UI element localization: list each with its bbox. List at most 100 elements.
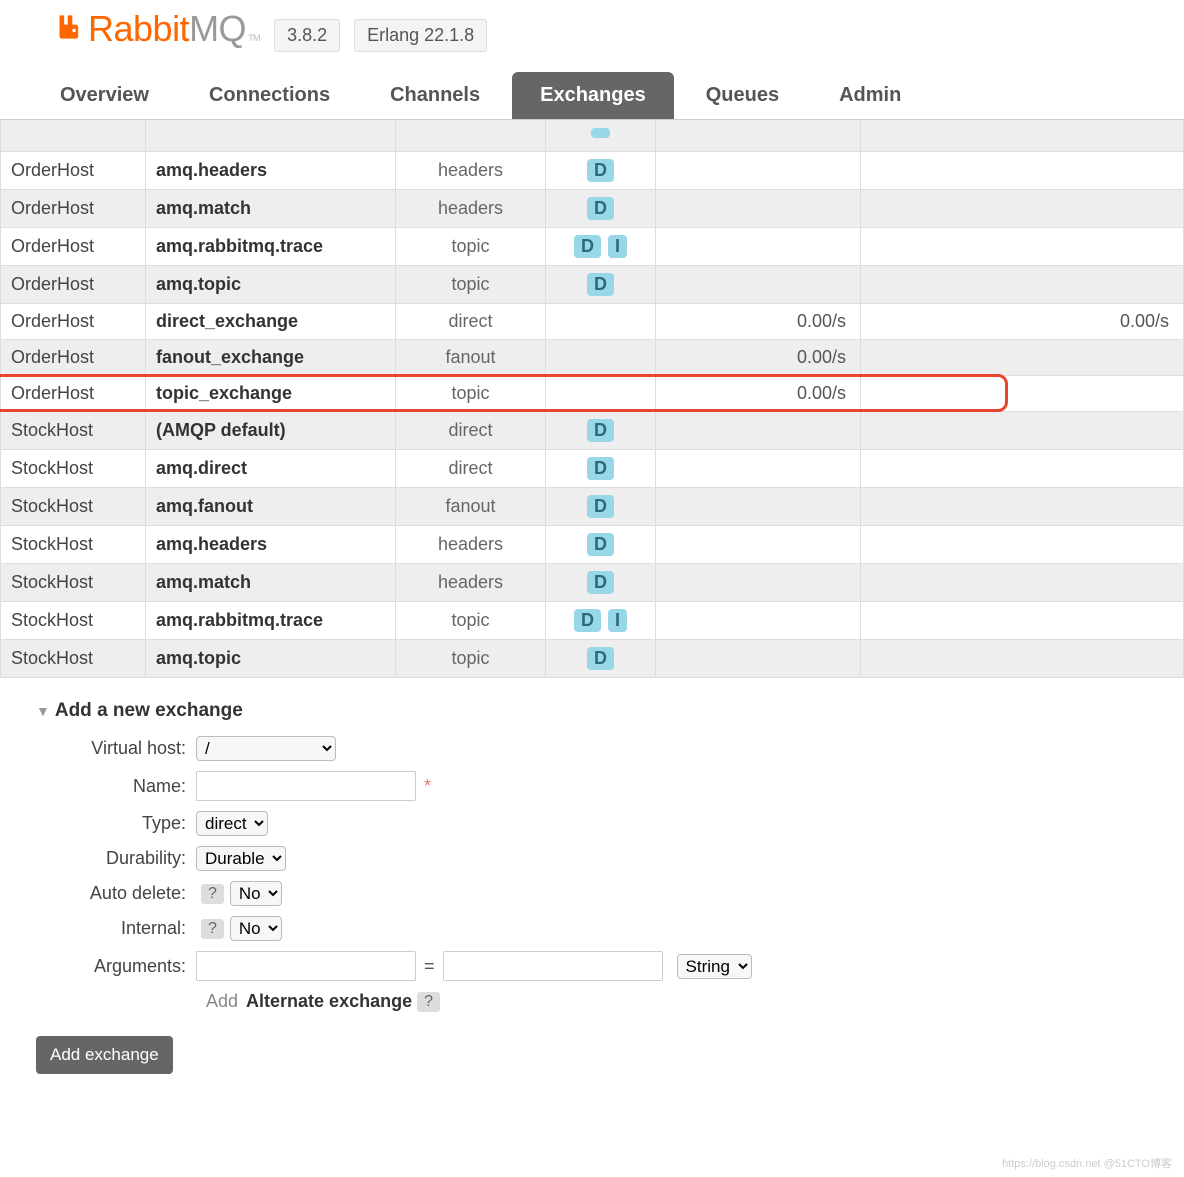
add-hint: Add [206,991,238,1012]
table-row: StockHost(AMQP default)directD [1,412,1184,450]
vhost-cell: StockHost [1,526,146,564]
exchange-name-link[interactable]: amq.fanout [146,488,396,526]
exchange-name-link[interactable]: amq.headers [146,152,396,190]
erlang-badge: Erlang 22.1.8 [354,19,487,52]
type-cell: fanout [396,340,546,376]
rate-out-cell [861,376,1184,412]
arg-value-input[interactable] [443,951,663,981]
features-cell: D [546,412,656,450]
vhost-cell: StockHost [1,602,146,640]
exchange-name-link[interactable]: amq.headers [146,526,396,564]
rate-in-cell [656,488,861,526]
rate-in-cell [656,412,861,450]
exchange-name-link[interactable]: amq.topic [146,640,396,678]
product-suffix: MQ [189,8,246,50]
rate-out-cell [861,412,1184,450]
feature-badge: I [608,235,627,258]
tab-connections[interactable]: Connections [181,72,358,119]
internal-label: Internal: [36,918,196,939]
feature-badge: I [608,609,627,632]
exchange-name-link[interactable]: amq.direct [146,450,396,488]
table-row: StockHostamq.rabbitmq.tracetopicD I [1,602,1184,640]
features-cell: D [546,266,656,304]
help-icon[interactable]: ? [201,884,224,904]
add-exchange-heading[interactable]: ▼ Add a new exchange [36,700,1184,722]
exchange-name-link[interactable]: (AMQP default) [146,412,396,450]
type-cell: direct [396,450,546,488]
table-row: StockHostamq.headersheaders D [1,526,1184,564]
tab-overview[interactable]: Overview [32,72,177,119]
durability-select[interactable]: Durable [196,846,286,871]
exchanges-table-wrapper: OrderHostamq.headersheadersDOrderHostamq… [0,120,1184,678]
type-label: Type: [36,813,196,834]
type-cell: headers [396,564,546,602]
exchange-name-link[interactable]: direct_exchange [146,304,396,340]
exchange-name-link[interactable]: amq.match [146,190,396,228]
vhost-cell: StockHost [1,412,146,450]
exchange-name-link[interactable]: amq.match [146,564,396,602]
logo: RabbitMQTM [56,8,260,50]
table-row: OrderHostdirect_exchangedirect0.00/s0.00… [1,304,1184,340]
rate-out-cell [861,488,1184,526]
autodelete-select[interactable]: No [230,881,282,906]
features-cell: D [546,152,656,190]
vhost-select[interactable]: / [196,736,336,761]
rate-in-cell [656,640,861,678]
exchange-name-link[interactable]: amq.rabbitmq.trace [146,602,396,640]
vhost-cell: OrderHost [1,340,146,376]
exchange-name-link[interactable]: amq.rabbitmq.trace [146,228,396,266]
header: RabbitMQTM 3.8.2 Erlang 22.1.8 [0,0,1184,52]
rate-out-cell [861,152,1184,190]
tab-channels[interactable]: Channels [362,72,508,119]
arg-type-select[interactable]: String [677,954,752,979]
feature-badge: D [587,197,614,220]
type-select[interactable]: direct [196,811,268,836]
exchange-name-link[interactable]: fanout_exchange [146,340,396,376]
tab-queues[interactable]: Queues [678,72,807,119]
add-exchange-title: Add a new exchange [55,700,243,722]
feature-badge: D [587,533,614,556]
exchange-name-link[interactable]: topic_exchange [146,376,396,412]
type-cell: direct [396,412,546,450]
required-mark: * [424,776,431,797]
help-icon[interactable]: ? [201,919,224,939]
help-icon[interactable]: ? [417,992,440,1012]
features-cell: D [546,488,656,526]
watermark: https://blog.csdn.net @51CTO博客 [1002,1155,1172,1171]
type-cell: topic [396,376,546,412]
vhost-label: Virtual host: [36,738,196,759]
table-row: OrderHosttopic_exchangetopic0.00/s [1,376,1184,412]
tab-admin[interactable]: Admin [811,72,929,119]
rate-in-cell [656,266,861,304]
rate-in-cell [656,526,861,564]
table-row: StockHostamq.topictopicD [1,640,1184,678]
type-cell: topic [396,640,546,678]
tab-exchanges[interactable]: Exchanges [512,72,674,119]
add-exchange-form: Virtual host: / Name: * Type: direct Dur… [36,736,1184,1012]
main-tabs: OverviewConnectionsChannelsExchangesQueu… [0,72,1184,120]
rate-in-cell [656,152,861,190]
feature-badge: D [587,273,614,296]
table-row: OrderHostamq.headersheadersD [1,152,1184,190]
features-cell [546,340,656,376]
features-cell: D I [546,602,656,640]
table-row: OrderHostamq.matchheadersD [1,190,1184,228]
alternate-exchange-link[interactable]: Alternate exchange [246,991,412,1012]
chevron-down-icon: ▼ [36,703,50,719]
rate-out-cell [861,450,1184,488]
vhost-cell: StockHost [1,640,146,678]
arg-key-input[interactable] [196,951,416,981]
type-cell: fanout [396,488,546,526]
rate-out-cell [861,602,1184,640]
name-input[interactable] [196,771,416,801]
internal-select[interactable]: No [230,916,282,941]
exchange-name-link[interactable]: amq.topic [146,266,396,304]
features-cell: D I [546,228,656,266]
rate-in-cell [656,190,861,228]
type-cell: headers [396,526,546,564]
rate-out-cell [861,190,1184,228]
feature-badge: D [574,609,601,632]
rate-out-cell [861,564,1184,602]
add-exchange-button[interactable]: Add exchange [36,1036,173,1074]
exchanges-table: OrderHostamq.headersheadersDOrderHostamq… [0,120,1184,678]
